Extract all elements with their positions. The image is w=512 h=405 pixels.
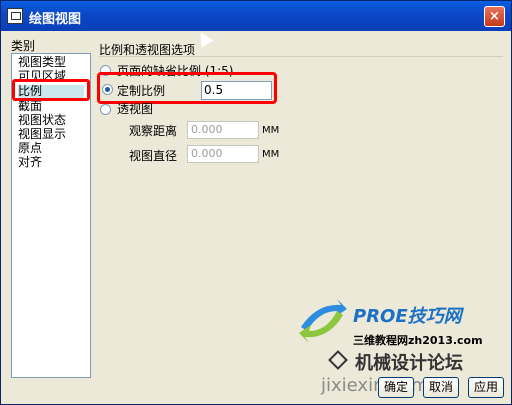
view-diameter-label: 视图直径: [129, 149, 178, 163]
group-divider: [99, 56, 503, 57]
perspective-label: 透视图: [117, 102, 154, 116]
category-item-origin[interactable]: 原点: [18, 142, 42, 155]
category-item-view-type[interactable]: 视图类型: [18, 56, 66, 69]
watermark-brand: PROE技巧网: [353, 306, 462, 327]
category-item-view-state[interactable]: 视图状态: [18, 114, 66, 127]
window-title: 绘图视图: [29, 12, 82, 27]
category-list[interactable]: 视图类型 可见区域 比例 截面 视图状态 视图显示 原点 对齐: [11, 53, 91, 378]
custom-scale-radio[interactable]: [102, 84, 113, 95]
title-bar[interactable]: 绘图视图 ×: [1, 1, 511, 31]
watermark-subtitle: 三维教程网zh2013.com: [353, 334, 483, 347]
drawing-view-icon: [7, 8, 23, 24]
category-item-view-display[interactable]: 视图显示: [18, 128, 66, 141]
view-diameter-unit: MM: [262, 149, 280, 160]
category-label: 类别: [11, 39, 36, 53]
view-distance-label: 观察距离: [129, 124, 178, 138]
drawing-view-dialog: 绘图视图 × 类别 视图类型 可见区域 比例 截面 视图状态 视图显示 原点 对…: [0, 0, 512, 405]
cancel-button[interactable]: 取消: [423, 377, 459, 398]
view-diameter-field[interactable]: 0.000: [187, 145, 259, 163]
view-distance-unit: MM: [262, 125, 280, 136]
forum-diamond-icon: [328, 350, 348, 370]
mouse-cursor-icon: [194, 28, 214, 48]
custom-scale-input[interactable]: 0.5: [201, 81, 272, 100]
view-distance-field[interactable]: 0.000: [187, 121, 259, 139]
proe-logo-icon: [299, 299, 347, 343]
category-item-align[interactable]: 对齐: [18, 156, 42, 169]
perspective-radio[interactable]: [100, 104, 111, 115]
close-button[interactable]: ×: [484, 6, 505, 27]
category-item-section[interactable]: 截面: [18, 100, 42, 113]
apply-button[interactable]: 应用: [468, 377, 504, 398]
custom-scale-label: 定制比例: [117, 84, 166, 98]
watermark-forum: 机械设计论坛: [355, 353, 463, 374]
ok-button[interactable]: 确定: [378, 377, 414, 398]
highlight-frame-scale-category: [12, 79, 90, 101]
